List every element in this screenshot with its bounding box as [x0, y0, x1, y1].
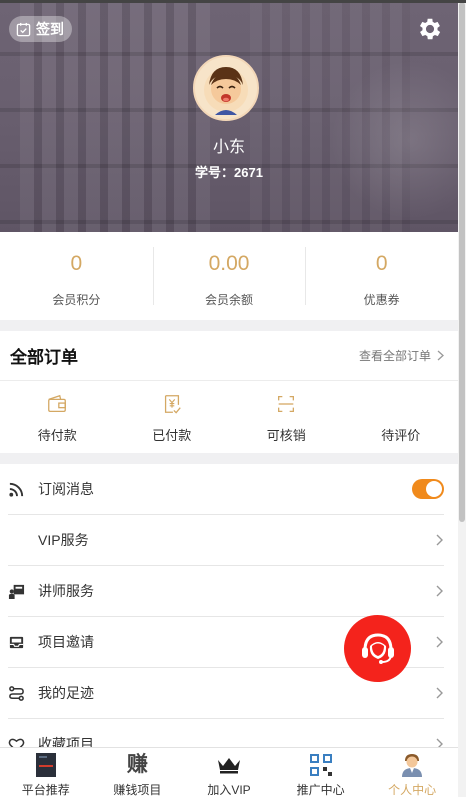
stat-label: 会员余额	[205, 293, 254, 307]
profile-header: 签到 小东 学号：2671	[0, 0, 458, 232]
avatar[interactable]	[193, 55, 259, 121]
menu-favorite-projects[interactable]: 收藏项目	[8, 719, 444, 749]
book-thumb-icon	[35, 753, 56, 777]
tab-label: 个人中心	[388, 783, 437, 797]
chevron-right-icon	[436, 636, 443, 648]
tab-label: 加入VIP	[207, 783, 251, 797]
paid-yen-icon	[164, 395, 181, 414]
order-paid[interactable]: 已付款	[115, 393, 230, 444]
subscribe-toggle[interactable]	[412, 479, 444, 499]
order-item-label: 待评价	[381, 428, 421, 443]
customer-service-button[interactable]	[344, 615, 411, 682]
crown-icon	[217, 758, 240, 774]
menu-label: 订阅消息	[38, 481, 94, 497]
stat-value: 0.00	[208, 252, 250, 275]
signin-button[interactable]: 签到	[9, 16, 72, 42]
order-pending-review[interactable]: 待评价	[344, 393, 459, 444]
menu-label: VIP服务	[38, 532, 89, 548]
route-icon	[9, 685, 24, 701]
menu-label: 讲师服务	[38, 583, 94, 599]
wallet-icon	[48, 394, 67, 412]
order-item-label: 已付款	[152, 428, 192, 443]
inbox-icon	[9, 636, 24, 648]
scan-icon	[278, 396, 295, 412]
teacher-icon	[8, 584, 25, 599]
nickname: 小东	[212, 139, 245, 156]
view-all-orders-link[interactable]: 查看全部订单	[359, 347, 444, 364]
stat-label: 优惠券	[363, 293, 400, 307]
avatar-cartoon	[195, 57, 257, 119]
order-item-label: 可核销	[266, 428, 306, 443]
orders-title: 全部订单	[10, 348, 78, 367]
stat-value: 0	[70, 252, 83, 275]
order-item-label: 待付款	[37, 428, 77, 443]
scrollbar-thumb[interactable]	[459, 2, 465, 522]
menu-subscribe-messages[interactable]: 订阅消息	[8, 464, 444, 515]
tab-personal-center[interactable]: 个人中心	[366, 748, 458, 797]
student-number: 学号：2671	[195, 165, 263, 180]
order-pending-payment[interactable]: 待付款	[0, 393, 115, 444]
rss-icon	[9, 482, 24, 497]
chevron-right-icon	[437, 350, 444, 361]
tab-label: 平台推荐	[21, 783, 70, 797]
stat-coupons[interactable]: 0 优惠券	[305, 232, 458, 320]
money-glyph-icon: 赚	[126, 753, 148, 776]
menu-vip-service[interactable]: VIP服务	[8, 515, 444, 566]
review-icon-placeholder	[390, 393, 412, 415]
tab-label: 推广中心	[296, 783, 345, 797]
stat-points[interactable]: 0 会员积分	[0, 232, 153, 320]
stat-value: 0	[375, 252, 388, 275]
person-icon	[402, 754, 423, 777]
tab-money-projects[interactable]: 赚 赚钱项目	[92, 748, 184, 797]
chevron-right-icon	[436, 585, 443, 597]
gear-icon[interactable]	[416, 15, 444, 43]
orders-card: 全部订单 查看全部订单 待付款 已付款 可核销 待评价	[0, 331, 458, 453]
order-redeemable[interactable]: 可核销	[229, 393, 344, 444]
member-stats: 0 会员积分 0.00 会员余额 0 优惠券	[0, 232, 458, 320]
chevron-right-icon	[436, 534, 443, 546]
service-menu: 订阅消息 VIP服务 讲师服务 项目邀请 我的足迹 收藏项目	[0, 464, 458, 749]
order-status-row: 待付款 已付款 可核销 待评价	[0, 381, 458, 444]
menu-teacher-service[interactable]: 讲师服务	[8, 566, 444, 617]
customer-service-headset-icon	[361, 632, 394, 664]
stat-label: 会员积分	[52, 293, 101, 307]
tab-label: 赚钱项目	[113, 783, 162, 797]
bottom-tabbar: 平台推荐 赚 赚钱项目 加入VIP 推广中心 个人中心	[0, 747, 458, 797]
chevron-right-icon	[436, 687, 443, 699]
top-progress-line	[0, 0, 466, 3]
menu-label: 我的足迹	[38, 685, 94, 701]
tab-join-vip[interactable]: 加入VIP	[183, 748, 275, 797]
calendar-check-icon	[16, 22, 31, 36]
qrcode-icon	[309, 754, 332, 776]
tab-platform-recommend[interactable]: 平台推荐	[0, 748, 92, 797]
view-all-orders-label: 查看全部订单	[358, 349, 431, 363]
orders-header: 全部订单 查看全部订单	[0, 331, 458, 381]
tab-promotion-center[interactable]: 推广中心	[275, 748, 367, 797]
menu-label: 项目邀请	[38, 634, 94, 650]
stat-balance[interactable]: 0.00 会员余额	[152, 232, 306, 320]
signin-label: 签到	[36, 21, 64, 37]
